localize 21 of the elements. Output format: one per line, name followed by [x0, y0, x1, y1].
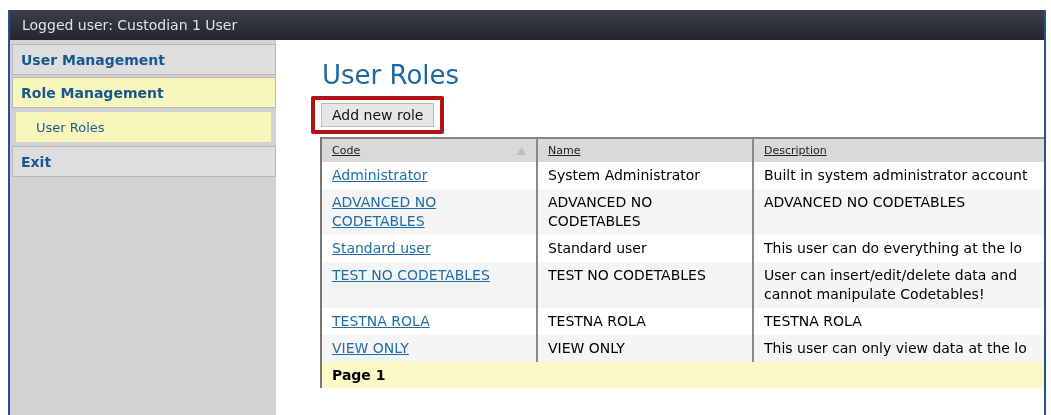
table-cell-text: This user can only view data at the lo [763, 339, 1028, 358]
role-code-link[interactable]: ADVANCED NO CODETABLES [332, 193, 526, 231]
page-label: Page 1 [332, 367, 386, 383]
page-title: User Roles [322, 60, 461, 90]
table-cell-text: ADVANCED NO CODETABLES [763, 193, 967, 212]
sidebar-subitem[interactable]: User Roles [16, 112, 271, 142]
table-cell-text: User can insert/edit/delete data and cannot manipulate Codetables! [763, 266, 1019, 304]
logged-user-label: Logged user: Custodian 1 User [22, 17, 238, 33]
role-code-link[interactable]: Standard user [332, 239, 526, 258]
column-header[interactable]: Description [754, 139, 1044, 162]
role-code-link[interactable]: Administrator [332, 166, 526, 185]
table-cell-text: TESTNA ROLA [763, 312, 863, 331]
role-code-link[interactable]: TESTNA ROLA [332, 312, 526, 331]
role-code-link[interactable]: TEST NO CODETABLES [332, 266, 526, 285]
role-code-link[interactable]: VIEW ONLY [332, 339, 526, 358]
sidebar-item[interactable]: Role Management [12, 77, 276, 108]
table-cell-text: Built in system administrator account [763, 166, 1029, 185]
sidebar-item[interactable]: User Management [12, 44, 276, 75]
add-role-button[interactable]: Add new role [321, 103, 435, 127]
table-cell-text: This user can do everything at the lo [763, 239, 1023, 258]
sidebar-item[interactable]: Exit [12, 146, 276, 177]
